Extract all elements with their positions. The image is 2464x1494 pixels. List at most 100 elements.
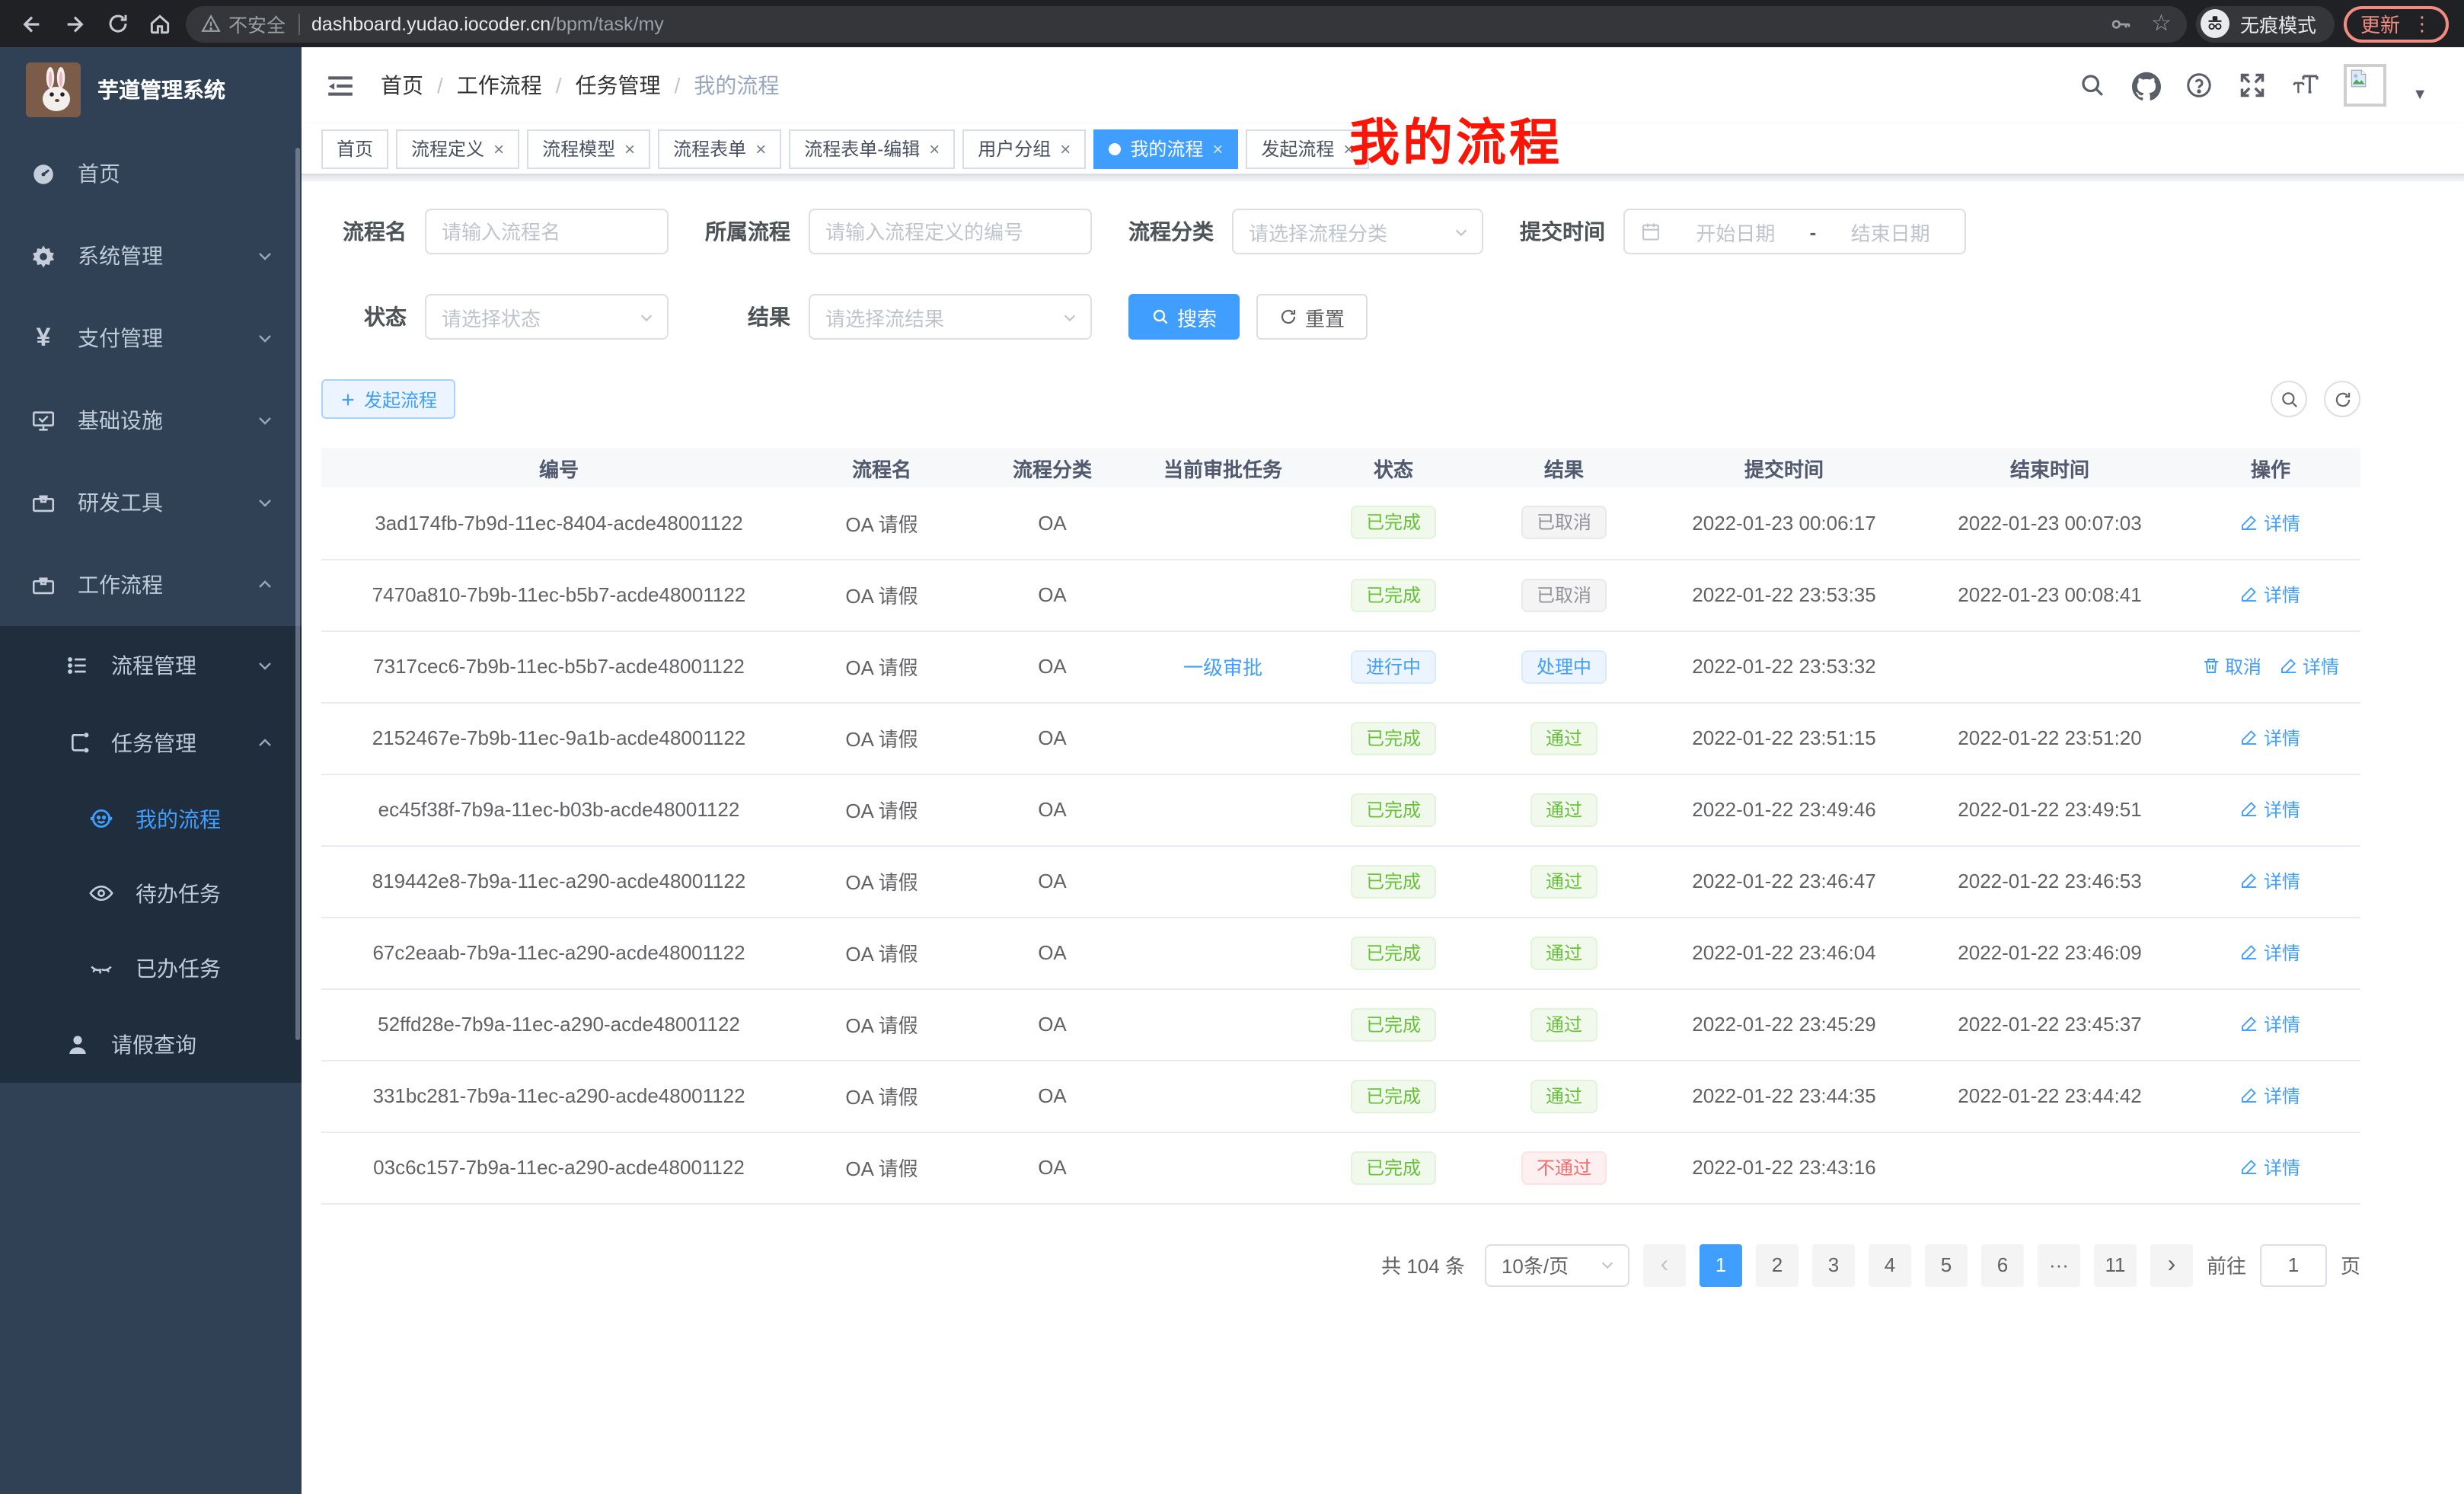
sidebar-item-task-management[interactable]: 任务管理 — [0, 704, 302, 781]
breadcrumb-home[interactable]: 首页 — [381, 70, 457, 101]
font-size-icon[interactable] — [2290, 70, 2321, 101]
update-button[interactable]: 更新 ⋮ — [2344, 5, 2449, 42]
start-process-button[interactable]: 发起流程 — [321, 379, 455, 419]
current-task-link[interactable]: 一级审批 — [1183, 656, 1262, 679]
avatar[interactable] — [2344, 64, 2386, 107]
search-button[interactable]: 搜索 — [1128, 294, 1240, 340]
detail-button[interactable]: 详情 — [2241, 725, 2300, 751]
page-button-5[interactable]: 5 — [1925, 1243, 1968, 1286]
tab-process-definition[interactable]: 流程定义 × — [396, 129, 519, 168]
submit-time: 2022-01-22 23:43:16 — [1692, 1156, 1875, 1179]
process-name: OA 请假 — [845, 656, 918, 679]
refresh-table-button[interactable] — [2324, 381, 2360, 417]
detail-button[interactable]: 详情 — [2241, 1154, 2300, 1180]
page-button-4[interactable]: 4 — [1869, 1243, 1911, 1286]
sidebar-item-system[interactable]: 系统管理 — [0, 215, 302, 297]
app-logo[interactable]: 芋道管理系统 — [0, 47, 302, 132]
sidebar-item-payment[interactable]: ¥ 支付管理 — [0, 297, 302, 379]
submit-time: 2022-01-23 00:06:17 — [1692, 512, 1875, 535]
sidebar-item-infrastructure[interactable]: 基础设施 — [0, 379, 302, 461]
tab-label: 流程定义 — [411, 136, 484, 161]
sidebar-item-home[interactable]: 首页 — [0, 132, 302, 215]
breadcrumb-task-management[interactable]: 任务管理 — [576, 70, 694, 101]
page-button-3[interactable]: 3 — [1812, 1243, 1855, 1286]
briefcase-icon — [30, 572, 56, 598]
submit-time: 2022-01-22 23:46:04 — [1692, 941, 1875, 964]
tab-my-process[interactable]: 我的流程× — [1093, 129, 1238, 168]
result-label: 结果 — [705, 302, 790, 332]
submit-time: 2022-01-22 23:44:35 — [1692, 1084, 1875, 1107]
page-button-1[interactable]: 1 — [1700, 1243, 1742, 1286]
close-tab-icon[interactable]: × — [493, 139, 504, 158]
page-ellipsis[interactable]: ··· — [2038, 1243, 2080, 1286]
detail-button[interactable]: 详情 — [2280, 653, 2339, 679]
reset-button[interactable]: 重置 — [1256, 294, 1368, 340]
tab-label: 首页 — [337, 136, 373, 161]
reload-icon[interactable] — [101, 7, 134, 40]
sidebar-item-devtools[interactable]: 研发工具 — [0, 461, 302, 544]
back-icon[interactable] — [15, 7, 49, 40]
page-content: 流程名 所属流程 流程分类 请选择流程分类 — [302, 181, 2464, 1286]
search-icon[interactable] — [2077, 70, 2108, 101]
next-page-button[interactable]: › — [2150, 1243, 2193, 1286]
prev-page-button[interactable]: ‹ — [1643, 1243, 1686, 1286]
close-tab-icon[interactable]: × — [1060, 139, 1071, 158]
status-select[interactable]: 请选择状态 — [425, 294, 669, 340]
sidebar-scrollbar[interactable] — [295, 148, 300, 1040]
sidebar-item-process-management[interactable]: 流程管理 — [0, 626, 302, 704]
detail-button[interactable]: 详情 — [2241, 1011, 2300, 1037]
process-id: 3ad174fb-7b9d-11ec-8404-acde48001122 — [375, 512, 742, 535]
github-icon[interactable] — [2130, 70, 2161, 101]
process-name-input[interactable] — [425, 209, 669, 254]
sidebar-item-my-process[interactable]: 我的流程 — [0, 781, 302, 856]
tab-process-model[interactable]: 流程模型× — [527, 129, 650, 168]
tab-process-form-edit[interactable]: 流程表单-编辑× — [789, 129, 955, 168]
sidebar-item-workflow[interactable]: 工作流程 — [0, 544, 302, 626]
sidebar-item-done-tasks[interactable]: 已办任务 — [0, 931, 302, 1005]
caret-down-icon[interactable]: ▼ — [2412, 87, 2427, 107]
breadcrumb-workflow[interactable]: 工作流程 — [457, 70, 576, 101]
url-bar[interactable]: 不安全 dashboard.yudao.iocoder.cn/bpm/task/… — [186, 5, 2187, 42]
page-button-11[interactable]: 11 — [2094, 1243, 2137, 1286]
forward-icon[interactable] — [58, 7, 91, 40]
sidebar-item-label: 系统管理 — [78, 241, 163, 271]
detail-button[interactable]: 详情 — [2241, 582, 2300, 608]
fullscreen-icon[interactable] — [2237, 70, 2268, 101]
security-warning[interactable]: 不安全 — [201, 9, 286, 38]
action-label: 详情 — [2264, 1083, 2300, 1109]
status-badge: 已完成 — [1351, 1007, 1436, 1041]
help-icon[interactable] — [2184, 70, 2214, 101]
bookmark-star-icon[interactable]: ☆ — [2151, 12, 2172, 35]
tab-process-form[interactable]: 流程表单× — [658, 129, 781, 168]
sidebar-item-leave-query[interactable]: 请假查询 — [0, 1005, 302, 1083]
submit-time-range-picker[interactable]: 开始日期 - 结束日期 — [1623, 209, 1966, 254]
detail-button[interactable]: 详情 — [2241, 868, 2300, 894]
tab-user-group[interactable]: 用户分组× — [962, 129, 1086, 168]
browser-menu-icon[interactable]: ⋮ — [2412, 11, 2432, 36]
goto-page-input[interactable] — [2260, 1243, 2327, 1286]
start-date-placeholder: 开始日期 — [1677, 217, 1795, 246]
page-button-2[interactable]: 2 — [1756, 1243, 1799, 1286]
detail-button[interactable]: 详情 — [2241, 940, 2300, 966]
result-select[interactable]: 请选择流结果 — [809, 294, 1092, 340]
cancel-button[interactable]: 取消 — [2202, 653, 2261, 679]
page-size-select[interactable]: 10条/页 — [1485, 1243, 1629, 1286]
close-tab-icon[interactable]: × — [1212, 139, 1223, 158]
key-icon[interactable] — [2108, 11, 2133, 36]
close-tab-icon[interactable]: × — [755, 139, 766, 158]
page-button-6[interactable]: 6 — [1981, 1243, 2024, 1286]
close-tab-icon[interactable]: × — [624, 139, 635, 158]
process-category-select[interactable]: 请选择流程分类 — [1232, 209, 1483, 254]
close-tab-icon[interactable]: × — [929, 139, 940, 158]
sidebar-toggle-icon[interactable] — [326, 70, 356, 101]
home-icon[interactable] — [143, 7, 177, 40]
chevron-left-icon: ‹ — [1661, 1253, 1669, 1277]
detail-button[interactable]: 详情 — [2241, 509, 2300, 535]
detail-button[interactable]: 详情 — [2241, 1083, 2300, 1109]
sidebar-item-todo-tasks[interactable]: 待办任务 — [0, 856, 302, 931]
detail-button[interactable]: 详情 — [2241, 796, 2300, 822]
tab-home[interactable]: 首页 — [321, 129, 388, 168]
row-actions: 详情 — [2181, 487, 2360, 559]
show-search-button[interactable] — [2271, 381, 2307, 417]
process-definition-input[interactable] — [809, 209, 1092, 254]
